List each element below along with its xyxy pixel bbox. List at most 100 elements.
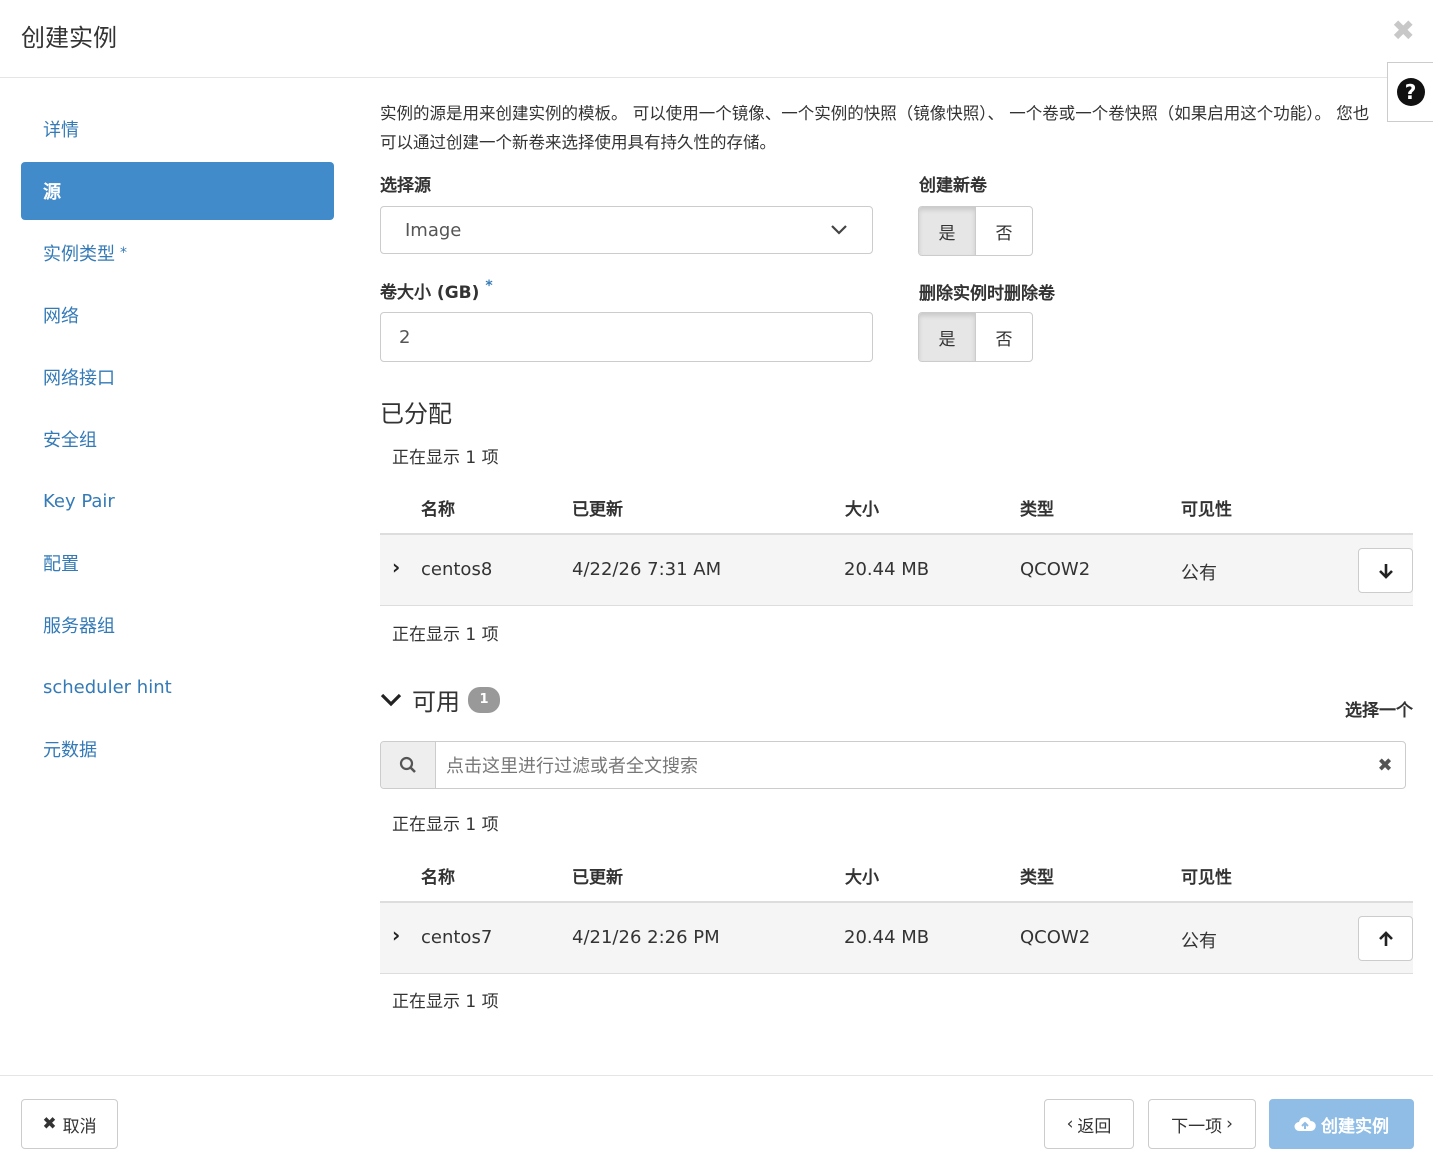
row-name: centos7 (421, 927, 493, 948)
chevron-right-icon[interactable]: › (392, 555, 400, 579)
select-one-text: 选择一个 (1345, 701, 1413, 721)
volume-size-label-text: 卷大小 (GB) (380, 283, 480, 303)
modal-footer: ✖ 取消 ‹ 返回 下一项 › 创建实例 (0, 1075, 1433, 1170)
column-header-visibility[interactable]: 可见性 (1181, 863, 1232, 888)
row-name: centos8 (421, 559, 493, 580)
required-asterisk: * (485, 278, 493, 294)
delete-volume-label: 删除实例时删除卷 (919, 284, 1055, 304)
allocate-button[interactable] (1358, 916, 1413, 961)
column-header-type[interactable]: 类型 (1020, 495, 1054, 520)
delete-volume-no[interactable]: 否 (976, 313, 1032, 361)
search-icon (399, 756, 416, 773)
column-header-name[interactable]: 名称 (421, 495, 455, 520)
clear-search-icon[interactable]: ✖ (1365, 742, 1405, 788)
create-volume-toggle: 是 否 (918, 206, 1033, 256)
available-title: 可用 (412, 688, 460, 716)
row-visibility: 公有 (1181, 563, 1217, 584)
table-row: › centos7 4/21/26 2:26 PM 20.44 MB QCOW2… (380, 903, 1413, 974)
arrow-down-icon (1378, 563, 1393, 579)
volume-size-label: 卷大小 (GB) * (380, 278, 493, 303)
modal-title: 创建实例 (21, 24, 117, 52)
back-label: 返回 (1077, 1116, 1112, 1137)
nav-item-source[interactable]: 源 (21, 162, 334, 220)
volume-size-input[interactable]: 2 (380, 312, 873, 362)
wizard-nav: 详情 源 实例类型 * 网络 网络接口 安全组 Key Pair 配置 服务器组 … (21, 98, 334, 780)
row-visibility: 公有 (1181, 931, 1217, 952)
nav-item-label: 网络 (43, 306, 79, 327)
select-source-value: Image (405, 219, 462, 241)
nav-item-scheduler-hint[interactable]: scheduler hint (21, 656, 334, 718)
deallocate-button[interactable] (1358, 548, 1413, 593)
arrow-up-icon (1378, 930, 1393, 946)
available-search-bar: 点击这里进行过滤或者全文搜索 ✖ (380, 741, 1406, 789)
close-icon: ✖ (42, 1114, 57, 1134)
chevron-right-icon: › (1226, 1114, 1233, 1134)
column-header-type[interactable]: 类型 (1020, 863, 1054, 888)
required-asterisk: * (120, 245, 127, 261)
chevron-down-icon (831, 225, 847, 235)
nav-item-key-pair[interactable]: Key Pair (21, 470, 334, 532)
create-volume-label: 创建新卷 (919, 176, 987, 196)
cloud-upload-icon (1294, 1117, 1316, 1131)
column-header-size[interactable]: 大小 (845, 863, 879, 888)
nav-item-label: Key Pair (43, 490, 115, 512)
modal-header: 创建实例 ✖ (0, 0, 1433, 78)
nav-item-label: 网络接口 (43, 368, 115, 389)
column-header-updated[interactable]: 已更新 (572, 863, 623, 888)
next-label: 下一项 (1171, 1116, 1223, 1137)
question-icon: ? (1396, 78, 1425, 106)
row-size: 20.44 MB (844, 927, 930, 948)
available-count-badge: 1 (468, 686, 500, 713)
search-addon (381, 742, 436, 788)
close-icon[interactable]: ✖ (1392, 14, 1415, 47)
create-volume-yes[interactable]: 是 (919, 207, 976, 255)
nav-item-label: 安全组 (43, 430, 97, 451)
row-updated: 4/21/26 2:26 PM (572, 927, 720, 948)
nav-item-label: 元数据 (43, 740, 97, 761)
nav-item-label: 源 (43, 182, 61, 203)
allocated-title: 已分配 (380, 400, 452, 428)
row-size: 20.44 MB (844, 559, 930, 580)
allocated-table-header: 名称 已更新 大小 类型 可见性 (380, 475, 1413, 535)
search-input[interactable]: 点击这里进行过滤或者全文搜索 (436, 742, 1365, 788)
nav-item-security-groups[interactable]: 安全组 (21, 408, 334, 470)
nav-item-label: 实例类型 (43, 244, 115, 265)
chevron-left-icon: ‹ (1066, 1114, 1074, 1134)
create-instance-label: 创建实例 (1321, 1116, 1389, 1137)
nav-item-network-ports[interactable]: 网络接口 (21, 346, 334, 408)
nav-item-networks[interactable]: 网络 (21, 284, 334, 346)
nav-item-label: scheduler hint (43, 676, 172, 698)
row-type: QCOW2 (1020, 927, 1091, 948)
nav-item-configuration[interactable]: 配置 (21, 532, 334, 594)
create-instance-button[interactable]: 创建实例 (1269, 1099, 1414, 1149)
column-header-updated[interactable]: 已更新 (572, 495, 623, 520)
help-button[interactable]: ? (1387, 62, 1433, 122)
row-updated: 4/22/26 7:31 AM (572, 559, 722, 580)
allocated-count-bottom: 正在显示 1 项 (392, 625, 499, 645)
nav-item-server-groups[interactable]: 服务器组 (21, 594, 334, 656)
nav-item-details[interactable]: 详情 (21, 98, 334, 160)
column-header-size[interactable]: 大小 (845, 495, 879, 520)
nav-item-label: 服务器组 (43, 616, 115, 637)
delete-volume-toggle: 是 否 (918, 312, 1033, 362)
delete-volume-yes[interactable]: 是 (919, 313, 976, 361)
chevron-right-icon[interactable]: › (392, 923, 400, 947)
available-count-top: 正在显示 1 项 (392, 815, 499, 835)
create-volume-no[interactable]: 否 (976, 207, 1032, 255)
select-source-dropdown[interactable]: Image (380, 206, 873, 254)
row-type: QCOW2 (1020, 559, 1091, 580)
column-header-visibility[interactable]: 可见性 (1181, 495, 1232, 520)
allocated-count-top: 正在显示 1 项 (392, 448, 499, 468)
source-intro-text: 实例的源是用来创建实例的模板。 可以使用一个镜像、一个实例的快照（镜像快照）、 … (380, 104, 1370, 152)
table-row: › centos8 4/22/26 7:31 AM 20.44 MB QCOW2… (380, 535, 1413, 606)
back-button[interactable]: ‹ 返回 (1044, 1099, 1134, 1149)
cancel-button[interactable]: ✖ 取消 (21, 1099, 118, 1149)
column-header-name[interactable]: 名称 (421, 863, 455, 888)
chevron-down-icon (380, 693, 402, 706)
nav-item-metadata[interactable]: 元数据 (21, 718, 334, 780)
nav-item-label: 详情 (43, 120, 79, 141)
available-toggle[interactable]: 可用 1 (380, 682, 500, 717)
nav-item-flavor[interactable]: 实例类型 * (21, 222, 334, 284)
cancel-label: 取消 (62, 1116, 97, 1137)
next-button[interactable]: 下一项 › (1148, 1099, 1256, 1149)
